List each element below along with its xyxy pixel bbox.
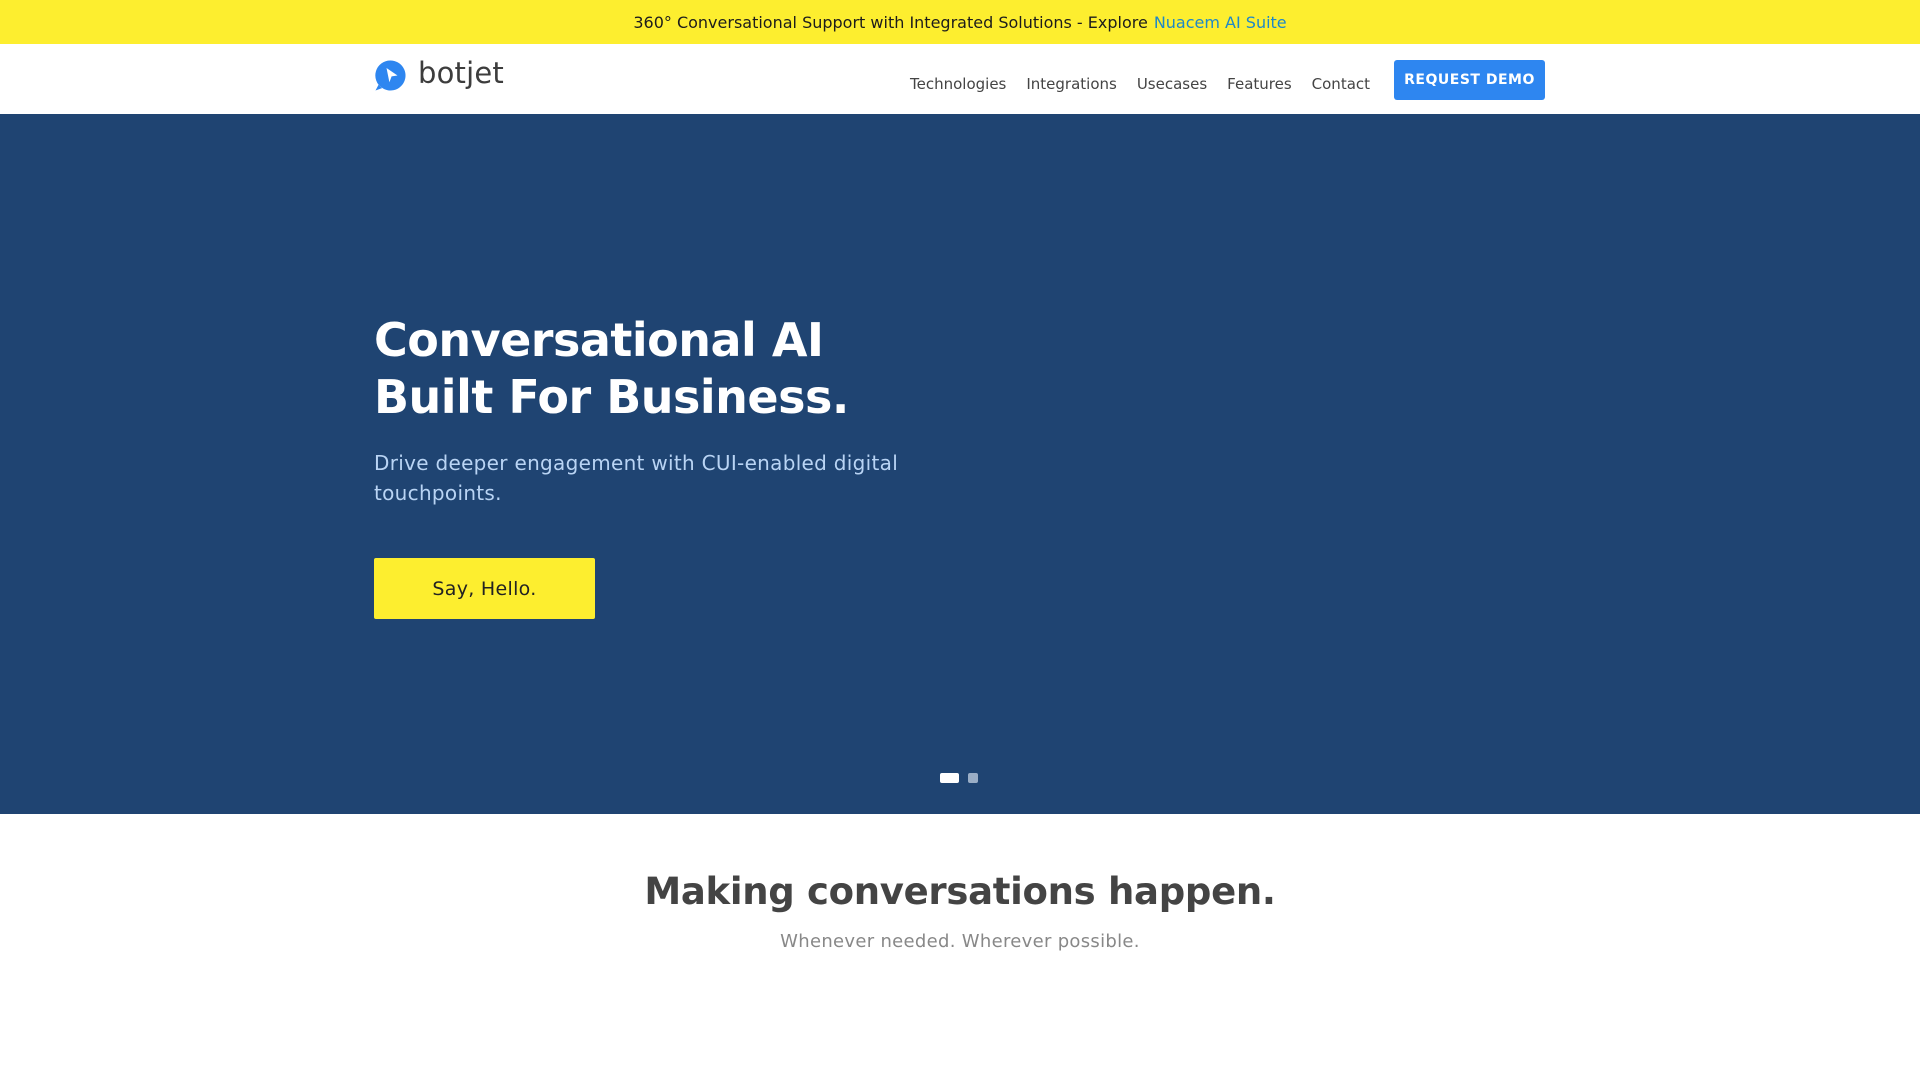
hero-section: Conversational AI Built For Business. Dr… [0, 114, 1920, 814]
hero-subtitle: Drive deeper engagement with CUI-enabled… [374, 451, 899, 505]
nav-item-integrations[interactable]: Integrations [1026, 66, 1116, 93]
site-header: botjet Technologies Integrations Usecase… [0, 44, 1920, 114]
nav-item-usecases[interactable]: Usecases [1137, 66, 1207, 93]
carousel-dot-2[interactable] [968, 773, 978, 783]
request-demo-button[interactable]: REQUEST DEMO [1394, 60, 1545, 100]
nav-item-features[interactable]: Features [1227, 66, 1292, 93]
hero-title: Conversational AI Built For Business. [374, 312, 849, 426]
main-nav: Technologies Integrations Usecases Featu… [910, 44, 1370, 114]
section-subtitle: Whenever needed. Wherever possible. [780, 931, 1140, 952]
carousel-dots [940, 773, 978, 783]
logo[interactable]: botjet [374, 57, 504, 93]
section-title: Making conversations happen. [644, 870, 1276, 913]
chat-bubble-arrow-icon [375, 59, 406, 90]
say-hello-button[interactable]: Say, Hello. [374, 558, 595, 619]
announcement-text: 360° Conversational Support with Integra… [633, 12, 1148, 32]
nav-item-contact[interactable]: Contact [1312, 66, 1370, 93]
carousel-dot-1[interactable] [940, 773, 959, 783]
hero-title-line-2: Built For Business. [374, 370, 849, 424]
hero-title-line-1: Conversational AI [374, 313, 824, 367]
announcement-bar: 360° Conversational Support with Integra… [0, 0, 1920, 44]
logo-text: botjet [418, 55, 504, 90]
nav-item-technologies[interactable]: Technologies [910, 66, 1006, 93]
announcement-link[interactable]: Nuacem AI Suite [1154, 13, 1287, 32]
